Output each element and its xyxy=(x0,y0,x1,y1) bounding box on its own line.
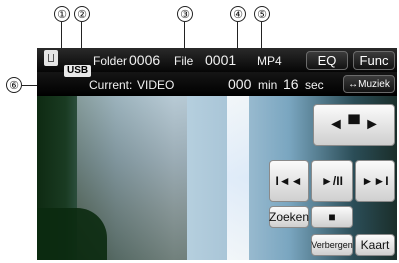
stop-button[interactable]: ■ xyxy=(311,206,353,228)
time-minutes: 000 xyxy=(228,76,252,92)
usb-label: USB xyxy=(64,65,92,77)
callout-1-leader xyxy=(61,22,62,50)
time-seconds: 16 xyxy=(283,76,299,92)
next-track-button[interactable]: ►►I xyxy=(355,160,395,202)
func-button[interactable]: Func xyxy=(353,51,395,70)
device-screen: USB Folder 0006 File 0001 MP4 EQ Func Cu… xyxy=(37,48,397,260)
muziek-source-button[interactable]: ↔Muziek xyxy=(343,75,395,93)
callout-6: ⑥ xyxy=(6,77,22,93)
previous-track-button[interactable]: I◄◄ xyxy=(269,160,309,202)
file-number: 0001 xyxy=(205,52,237,68)
callout-2: ② xyxy=(74,6,90,22)
play-pause-button[interactable]: ►/II xyxy=(311,160,353,202)
folder-navigation-button[interactable]: ◄ ▀ ► xyxy=(313,104,395,146)
callout-4: ④ xyxy=(230,6,246,22)
waterfall xyxy=(227,96,249,260)
trees xyxy=(37,208,107,260)
callout-5: ⑤ xyxy=(254,6,270,22)
folder-label: Folder xyxy=(93,54,128,68)
folder-number: 0006 xyxy=(129,52,161,68)
map-button[interactable]: Kaart xyxy=(355,234,395,256)
file-label: File xyxy=(174,54,194,68)
usb-device-icon xyxy=(44,50,58,66)
current-source: VIDEO xyxy=(137,78,175,92)
media-format: MP4 xyxy=(257,54,282,68)
time-sec-unit: sec xyxy=(305,78,324,92)
search-button[interactable]: Zoeken xyxy=(269,206,309,228)
callout-1: ① xyxy=(54,6,70,22)
eq-button[interactable]: EQ xyxy=(306,51,348,70)
time-min-unit: min xyxy=(258,78,278,92)
hide-controls-button[interactable]: Verbergen xyxy=(311,234,353,256)
current-label: Current: xyxy=(89,78,133,92)
callout-3: ③ xyxy=(177,6,193,22)
